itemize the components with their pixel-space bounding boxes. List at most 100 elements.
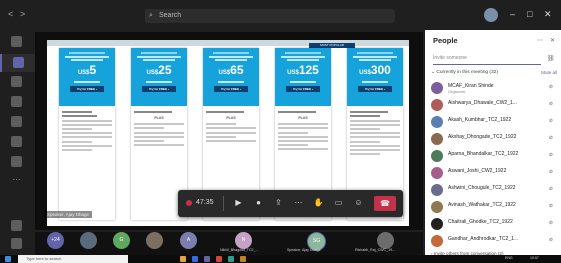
participant-tile[interactable]: G [113, 232, 130, 249]
try-for-free-button: Try for FREE › [214, 86, 248, 92]
invite-someone-input[interactable]: Invite someone [433, 53, 541, 65]
participant-name: Speaker, Ajay Dhage [287, 248, 321, 252]
avatar [431, 116, 443, 128]
participant-row[interactable]: Aparna_Bhandalkar_TC2_1922 ⊘ [431, 148, 559, 164]
plan-price: US$125 [287, 63, 319, 77]
calls-nav[interactable] [4, 136, 29, 148]
calendar-nav[interactable] [4, 116, 29, 128]
search-placeholder: Search [159, 12, 182, 19]
help-icon [11, 238, 22, 249]
avatar [431, 184, 443, 196]
profile-avatar[interactable] [484, 8, 498, 22]
more-options-icon[interactable]: ⋯ [537, 37, 543, 44]
mic-off-icon: ⊘ [548, 84, 553, 90]
mic-off-icon: ⊘ [548, 169, 553, 175]
close-button[interactable]: ✕ [544, 9, 552, 20]
chat-nav[interactable] [0, 54, 35, 72]
search-icon: ⌕ [149, 12, 153, 19]
explorer-icon[interactable] [180, 256, 186, 262]
participant-row[interactable]: Akash_Kumbhar_TC2_1922 ⊘ [431, 114, 559, 130]
back-button[interactable]: < [8, 9, 13, 19]
phone-icon [11, 136, 22, 147]
chat-button[interactable]: ▭ [333, 197, 344, 209]
mute-all-button[interactable]: Mute all [541, 70, 557, 75]
try-for-free-button: Try for FREE › [70, 86, 104, 92]
plan-price: US$25 [146, 63, 172, 77]
app-icon[interactable] [228, 256, 234, 262]
mic-off-icon: ⊘ [548, 220, 553, 226]
try-for-free-button: Try for FREE › [142, 86, 176, 92]
participant-row[interactable]: Aishwarya_Dhawale_CW2_1... ⊘ [431, 97, 559, 113]
raise-hand-button[interactable]: ✋ [313, 197, 324, 209]
try-for-free-button: Try for FREE › [286, 86, 320, 92]
participant-tile[interactable]: A [180, 232, 197, 249]
plus-label: PLUS [298, 116, 308, 121]
call-timer: 47:35 [196, 199, 214, 206]
windows-start-icon[interactable] [5, 256, 11, 262]
teams-nav[interactable] [4, 76, 29, 88]
participant-row[interactable]: MCAF_Kiran Shinde Organizer ⊘ [431, 80, 559, 96]
participant-row[interactable]: Akshay_Dhongade_TC2_1922 ⊘ [431, 131, 559, 147]
file-icon [11, 156, 22, 167]
plus-label: PLUS [154, 116, 164, 121]
more-nav[interactable]: ··· [4, 176, 29, 188]
chrome-icon[interactable] [216, 256, 222, 262]
participant-row[interactable]: Aswani_Joshi_CW2_1922 ⊘ [431, 165, 559, 181]
maximize-button[interactable]: □ [527, 9, 532, 19]
plan-card: US$5 Try for FREE › [59, 48, 115, 220]
participant-row[interactable]: Avinash_Wathakar_TC2_1922 ⊘ [431, 199, 559, 215]
speaker-label: Speaker, Ajay Dhage [44, 211, 93, 218]
forward-button[interactable]: > [20, 9, 25, 19]
teams-taskbar-icon[interactable] [204, 256, 210, 262]
app-icon[interactable] [240, 256, 246, 262]
participant-tile[interactable] [80, 232, 97, 249]
minimize-button[interactable]: – [510, 9, 515, 19]
share-button[interactable]: ⇪ [273, 197, 284, 209]
people-title: People [433, 36, 458, 45]
edge-icon[interactable] [192, 256, 198, 262]
search-input[interactable]: ⌕ Search [145, 9, 395, 23]
language-indicator[interactable]: ENG [505, 256, 513, 260]
avatar [431, 150, 443, 162]
chat-icon [13, 57, 24, 68]
participant-tile[interactable] [377, 232, 394, 249]
camera-button[interactable]: ▶ [233, 197, 244, 209]
bell-icon [11, 36, 22, 47]
meeting-section-header[interactable]: ⌄ Currently in this meeting (32) [431, 70, 498, 75]
participant-tile[interactable]: N [235, 232, 252, 249]
overflow-count-badge[interactable]: +24 [47, 232, 64, 249]
mic-off-icon: ⊘ [548, 152, 553, 158]
mic-off-icon: ⊘ [548, 203, 553, 209]
avatar [431, 82, 443, 94]
more-icon: ··· [12, 175, 21, 184]
plan-price: US$65 [218, 63, 244, 77]
more-actions-button[interactable]: ⋯ [293, 197, 304, 209]
participant-row[interactable]: Ashwini_Chougule_TC2_1922 ⊘ [431, 182, 559, 198]
mic-button[interactable]: ● [253, 197, 264, 209]
participant-tile[interactable] [146, 232, 163, 249]
title-bar: < > ⌕ Search – □ ✕ [0, 0, 561, 30]
apps-icon [11, 220, 22, 231]
participant-gallery: +24 G A N SG Nikhil_Bhagwat_TC2_... Spea… [35, 232, 423, 256]
files-nav[interactable] [4, 156, 29, 168]
help-nav[interactable] [4, 238, 29, 250]
participant-name: Nikhil_Bhagwat_TC2_... [220, 248, 259, 252]
taskbar-search[interactable]: Type here to search [18, 255, 128, 263]
activity-nav[interactable] [4, 36, 29, 48]
apps-nav[interactable] [4, 220, 29, 232]
close-panel-button[interactable]: ✕ [550, 37, 555, 44]
mic-off-icon: ⊘ [548, 101, 553, 107]
app-rail: ··· [0, 30, 35, 263]
assignments-nav[interactable] [4, 96, 29, 108]
hang-up-button[interactable]: ☎ [374, 196, 396, 211]
share-link-icon[interactable]: ⛓ [547, 55, 555, 62]
participant-row[interactable]: Gandhar_Andhrodkar_TC2_1... ⊘ [431, 233, 559, 249]
avatar [431, 235, 443, 247]
participants-button[interactable]: ☺ [353, 197, 364, 209]
participant-row[interactable]: Chaitrali_Ghodke_TC2_1922 ⊘ [431, 216, 559, 232]
avatar [431, 133, 443, 145]
controls-divider [223, 196, 224, 211]
clock[interactable]: 10:07 [530, 256, 539, 260]
plan-price: US$300 [359, 63, 391, 77]
assignments-icon [11, 96, 22, 107]
